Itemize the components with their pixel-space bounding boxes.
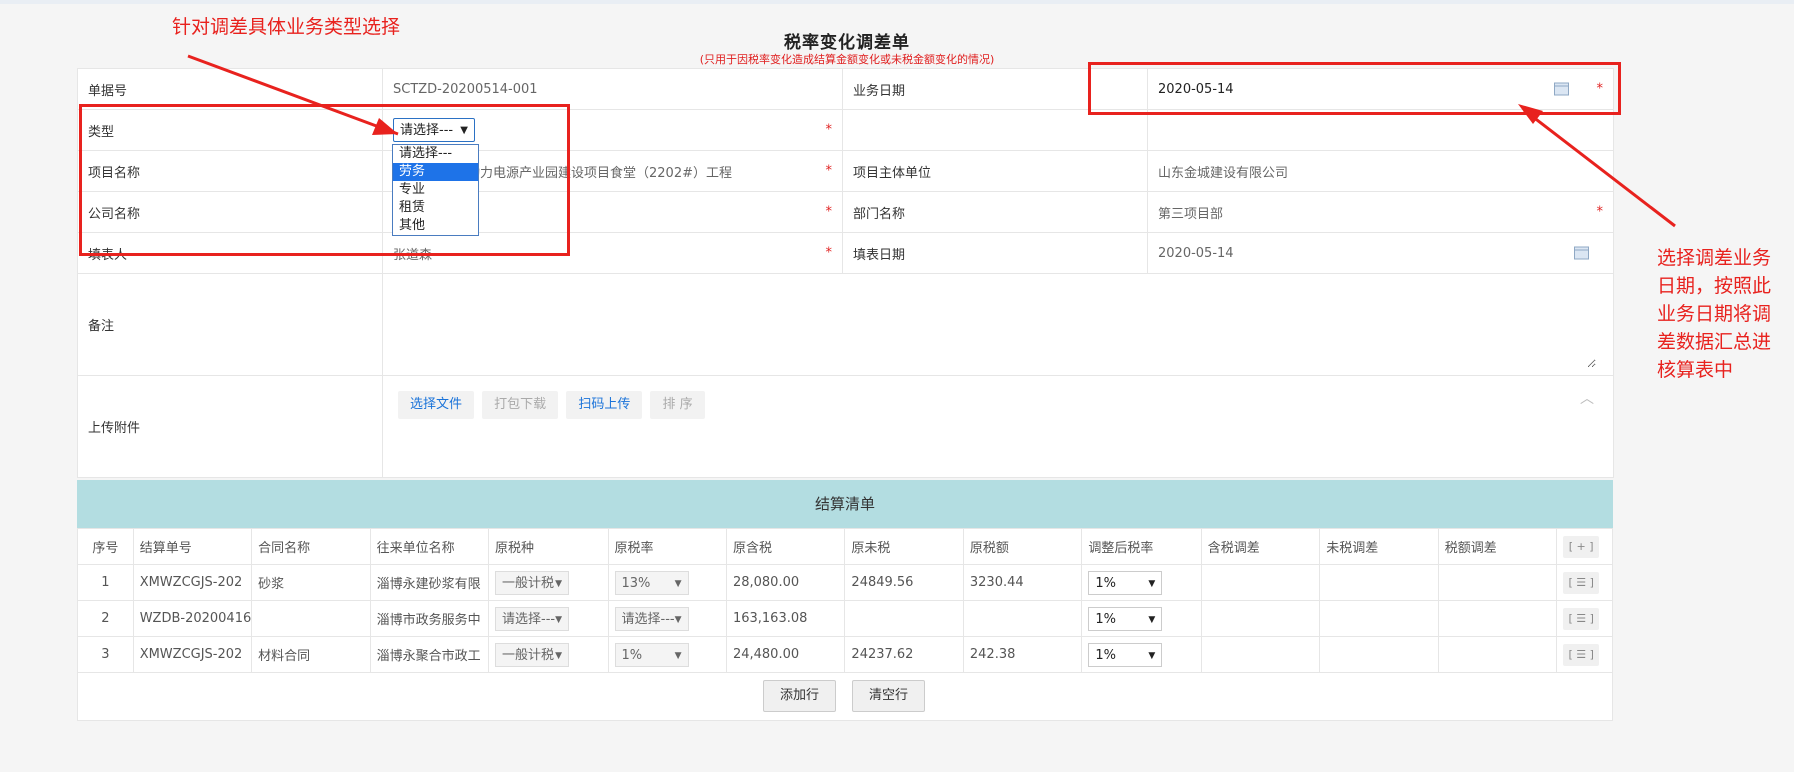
annotation-type-note: 针对调差具体业务类型选择 [172,16,401,38]
arrowhead-type [372,118,398,135]
arrow-type [187,54,399,136]
arrow-date [1523,108,1676,228]
annotation-date-note: 选择调差业务日期，按照此业务日期将调差数据汇总进核算表中 [1657,247,1772,381]
annotation-arrows [187,54,1676,228]
